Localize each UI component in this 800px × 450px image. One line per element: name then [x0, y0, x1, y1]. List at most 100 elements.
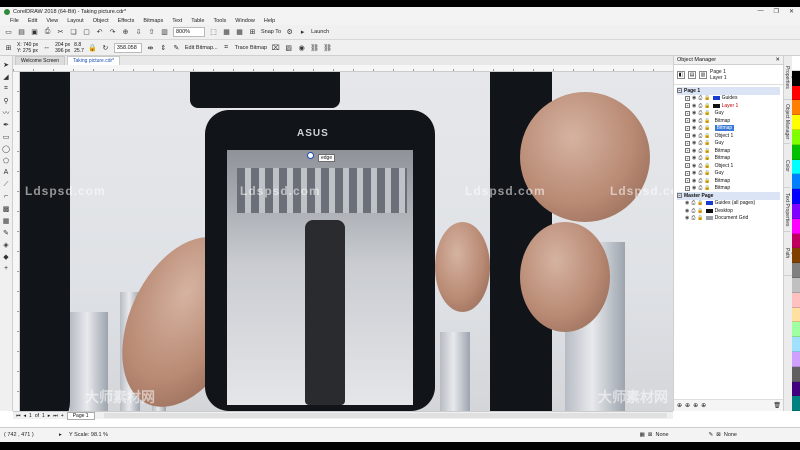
expand-icon[interactable]: +	[685, 140, 690, 146]
print-toggle-icon[interactable]: ⎙	[698, 133, 702, 139]
lock-icon[interactable]: 🔒	[704, 148, 710, 154]
horizontal-scrollbar[interactable]	[103, 413, 667, 418]
copy-icon[interactable]: ❏	[69, 28, 78, 37]
snap-to-dropdown[interactable]: Snap To	[261, 29, 281, 35]
expand-icon[interactable]: +	[685, 170, 690, 176]
minimize-button[interactable]: —	[758, 8, 764, 15]
lock-ratio-icon[interactable]: 🔒	[88, 43, 97, 52]
launch-app-icon[interactable]: ▸	[298, 28, 307, 37]
trace-bitmap-icon[interactable]: ⌗	[222, 43, 231, 52]
visibility-eye-icon[interactable]: ◉	[692, 133, 696, 139]
lock-icon[interactable]: 🔒	[697, 215, 703, 221]
maximize-button[interactable]: ❐	[774, 8, 779, 15]
new-layer-icon[interactable]: ⊕	[677, 402, 682, 409]
expand-icon[interactable]: +	[685, 163, 690, 169]
print-toggle-icon[interactable]: ⎙	[698, 103, 702, 109]
visibility-eye-icon[interactable]: ◉	[692, 95, 696, 101]
page-tab[interactable]: Page 1	[66, 411, 95, 420]
edit-bitmap-button[interactable]: Edit Bitmap...	[185, 45, 218, 51]
print-toggle-icon[interactable]: ⎙	[691, 200, 695, 206]
palette-swatch[interactable]	[792, 337, 800, 352]
freehand-tool-icon[interactable]: 〰	[2, 108, 11, 117]
status-play-icon[interactable]: ▸	[59, 432, 69, 438]
print-toggle-icon[interactable]: ⎙	[691, 208, 695, 214]
master-tree-item[interactable]: ◉ ⎙ 🔒 Guides (all pages)	[677, 200, 780, 208]
expand-icon[interactable]: +	[685, 125, 690, 131]
palette-swatch[interactable]	[792, 322, 800, 338]
print-toggle-icon[interactable]: ⎙	[698, 110, 702, 116]
outline-none-icon[interactable]: ⊠	[716, 432, 721, 438]
tree-item[interactable]: + ◉ ⎙ 🔒 Bitmap	[677, 147, 780, 155]
position-fields[interactable]: X: 740 px Y: 275 px	[17, 42, 38, 54]
expand-icon[interactable]: +	[685, 118, 690, 124]
trace-bitmap-button[interactable]: Trace Bitmap	[235, 45, 268, 51]
visibility-eye-icon[interactable]: ◉	[685, 200, 689, 206]
scale-y-field[interactable]: 25.7	[74, 48, 84, 54]
text-tool-icon[interactable]: A	[2, 168, 11, 177]
zoom-level-select[interactable]: 800%	[173, 27, 205, 37]
palette-swatch[interactable]	[792, 129, 800, 145]
tree-item[interactable]: + ◉ ⎙ 🔒 Bitmap	[677, 117, 780, 125]
new-master-layer-icon[interactable]: ⊕	[685, 402, 690, 409]
print-toggle-icon[interactable]: ⎙	[698, 118, 702, 124]
zoom-tool-icon[interactable]: ⚲	[2, 96, 11, 105]
connector-tool-icon[interactable]: ⌐	[2, 192, 11, 201]
shape-tool-icon[interactable]: ◢	[2, 72, 11, 81]
palette-swatch[interactable]	[792, 85, 800, 101]
object-origin-icon[interactable]: ⊞	[4, 43, 13, 52]
interactive-fill-icon[interactable]: ◈	[2, 240, 11, 249]
fill-none-icon[interactable]: ⊠	[648, 432, 653, 438]
print-toggle-icon[interactable]: ⎙	[698, 95, 702, 101]
rotation-angle-field[interactable]: 358.058	[113, 42, 142, 53]
delete-icon[interactable]: 🗑	[773, 402, 781, 409]
edit-bitmap-icon[interactable]: ✎	[172, 43, 181, 52]
tree-item[interactable]: + ◉ ⎙ 🔒 Bitmap	[677, 177, 780, 185]
tree-item[interactable]: + ◉ ⎙ 🔒 Layer 1	[677, 102, 780, 110]
palette-swatch[interactable]	[792, 189, 800, 204]
size-fields[interactable]: 204 px 396 px	[55, 42, 70, 54]
palette-swatch[interactable]	[792, 263, 800, 278]
menu-file[interactable]: File	[10, 18, 19, 24]
palette-swatch[interactable]	[792, 174, 800, 190]
visibility-eye-icon[interactable]: ◉	[692, 125, 696, 131]
print-icon[interactable]: ⎙	[43, 28, 52, 37]
tab-taking-picture[interactable]: Taking picture.cdr*	[66, 56, 121, 65]
cut-icon[interactable]: ✂	[56, 28, 65, 37]
visibility-eye-icon[interactable]: ◉	[692, 103, 696, 109]
fill-color-icon[interactable]: ▦	[640, 432, 645, 438]
expand-icon[interactable]: +	[685, 103, 690, 109]
lock-icon[interactable]: 🔒	[704, 155, 710, 161]
redo-icon[interactable]: ↷	[108, 28, 117, 37]
palette-swatch[interactable]	[792, 159, 800, 175]
edit-across-layers-icon[interactable]: ▤	[688, 70, 696, 79]
print-toggle-icon[interactable]: ⎙	[698, 178, 702, 184]
crop-tool-icon[interactable]: ⌗	[2, 84, 11, 93]
visibility-eye-icon[interactable]: ◉	[692, 118, 696, 124]
launch-dropdown[interactable]: Launch	[311, 29, 329, 35]
lock-icon[interactable]: 🔒	[704, 178, 710, 184]
docker-tab-color[interactable]: Color	[784, 144, 790, 188]
ellipse-tool-icon[interactable]: ◯	[2, 144, 11, 153]
visibility-eye-icon[interactable]: ◉	[692, 185, 696, 191]
tree-item[interactable]: + ◉ ⎙ 🔒 Bitmap	[677, 155, 780, 163]
collapse-icon[interactable]: −	[677, 88, 682, 94]
tree-item[interactable]: + ◉ ⎙ 🔒 Object 1	[677, 132, 780, 140]
add-page-icon[interactable]: +	[61, 413, 64, 419]
tree-item[interactable]: + ◉ ⎙ 🔒 Object 1	[677, 162, 780, 170]
visibility-eye-icon[interactable]: ◉	[692, 163, 696, 169]
grid-icon[interactable]: ▦	[235, 28, 244, 37]
crop-bitmap-icon[interactable]: ⌧	[271, 43, 280, 52]
resample-icon[interactable]: ▨	[284, 43, 293, 52]
polygon-tool-icon[interactable]: ⬠	[2, 156, 11, 165]
visibility-eye-icon[interactable]: ◉	[685, 208, 689, 214]
print-toggle-icon[interactable]: ⎙	[691, 215, 695, 221]
menu-text[interactable]: Text	[172, 18, 182, 24]
palette-swatch[interactable]	[792, 396, 800, 412]
tree-item[interactable]: + ◉ ⎙ 🔒 Bitmap	[677, 185, 780, 193]
add-tool-icon[interactable]: +	[2, 264, 11, 273]
search-content-icon[interactable]: ⊕	[121, 28, 130, 37]
horizontal-ruler[interactable]	[13, 65, 673, 72]
first-page-icon[interactable]: ⏮	[16, 413, 21, 419]
scale-fields[interactable]: 8.8 25.7	[74, 42, 84, 54]
link-icon[interactable]: ⛓	[310, 43, 319, 52]
